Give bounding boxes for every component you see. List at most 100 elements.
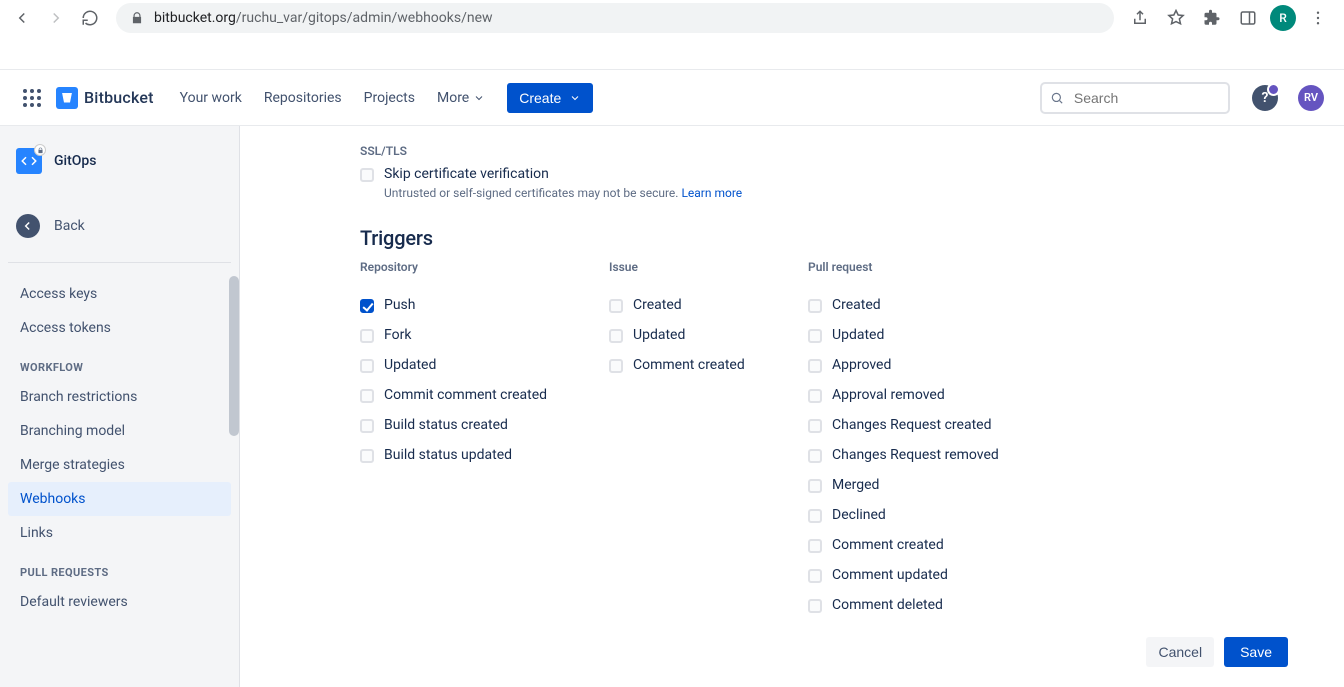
checkbox[interactable] — [360, 389, 374, 403]
sidebar-item-access-keys[interactable]: Access keys — [8, 277, 231, 311]
trigger-pull_request-updated[interactable]: Updated — [808, 327, 1033, 343]
sidebar-item-default-reviewers[interactable]: Default reviewers — [8, 585, 231, 619]
private-lock-icon — [34, 144, 46, 156]
nav-forward-button[interactable] — [42, 4, 70, 32]
extensions-icon[interactable] — [1198, 4, 1226, 32]
trigger-pull_request-created[interactable]: Created — [808, 297, 1033, 313]
trigger-label: Fork — [384, 327, 411, 343]
checkbox[interactable] — [360, 419, 374, 433]
checkbox[interactable] — [360, 299, 374, 313]
nav-projects[interactable]: Projects — [364, 90, 415, 106]
nav-more[interactable]: More — [437, 90, 485, 106]
checkbox[interactable] — [808, 299, 822, 313]
checkbox[interactable] — [808, 599, 822, 613]
checkbox[interactable] — [808, 479, 822, 493]
trigger-label: Updated — [832, 327, 884, 343]
sidebar-item-webhooks[interactable]: Webhooks — [8, 482, 231, 516]
checkbox[interactable] — [808, 359, 822, 373]
checkbox[interactable] — [808, 509, 822, 523]
trigger-repository-commit-comment-created[interactable]: Commit comment created — [360, 387, 585, 403]
save-button[interactable]: Save — [1224, 637, 1288, 667]
trigger-pull_request-merged[interactable]: Merged — [808, 477, 1033, 493]
primary-nav-links: Your work Repositories Projects More — [180, 90, 486, 106]
share-icon[interactable] — [1126, 4, 1154, 32]
cancel-button[interactable]: Cancel — [1146, 637, 1214, 667]
skip-cert-row[interactable]: Skip certificate verification Untrusted … — [360, 166, 1288, 200]
trigger-column-issue: Issue Created Updated Comment created — [609, 260, 784, 613]
checkbox[interactable] — [360, 359, 374, 373]
create-button[interactable]: Create — [507, 83, 593, 113]
checkbox[interactable] — [808, 419, 822, 433]
checkbox[interactable] — [808, 329, 822, 343]
trigger-repository-updated[interactable]: Updated — [360, 357, 585, 373]
browser-profile-avatar[interactable]: R — [1270, 5, 1296, 31]
trigger-label: Commit comment created — [384, 387, 547, 403]
checkbox[interactable] — [609, 299, 623, 313]
trigger-pull_request-approved[interactable]: Approved — [808, 357, 1033, 373]
help-button[interactable]: ? — [1252, 85, 1278, 111]
checkbox[interactable] — [808, 389, 822, 403]
trigger-label: Merged — [832, 477, 879, 493]
checkbox[interactable] — [808, 539, 822, 553]
trigger-pull_request-declined[interactable]: Declined — [808, 507, 1033, 523]
browser-menu-icon[interactable] — [1304, 4, 1332, 32]
sidebar-item-links[interactable]: Links — [8, 516, 231, 550]
skip-cert-checkbox[interactable] — [360, 168, 374, 182]
trigger-label: Build status created — [384, 417, 508, 433]
bookmark-star-icon[interactable] — [1162, 4, 1190, 32]
sidebar-back[interactable]: Back — [8, 204, 231, 248]
repo-sidebar: GitOps Back Access keys Access tokens WO… — [0, 126, 240, 687]
trigger-issue-comment-created[interactable]: Comment created — [609, 357, 784, 373]
trigger-repository-fork[interactable]: Fork — [360, 327, 585, 343]
sidebar-heading-pull-requests: PULL REQUESTS — [8, 550, 231, 585]
trigger-pull_request-comment-deleted[interactable]: Comment deleted — [808, 597, 1033, 613]
column-head-issue: Issue — [609, 260, 784, 274]
sidebar-item-branch-restrictions[interactable]: Branch restrictions — [8, 380, 231, 414]
trigger-repository-build-status-created[interactable]: Build status created — [360, 417, 585, 433]
checkbox[interactable] — [808, 569, 822, 583]
learn-more-link[interactable]: Learn more — [681, 186, 742, 200]
trigger-label: Declined — [832, 507, 886, 523]
nav-repositories[interactable]: Repositories — [264, 90, 342, 106]
trigger-issue-updated[interactable]: Updated — [609, 327, 784, 343]
trigger-pull_request-changes-request-created[interactable]: Changes Request created — [808, 417, 1033, 433]
checkbox[interactable] — [360, 329, 374, 343]
trigger-repository-push[interactable]: Push — [360, 297, 585, 313]
trigger-label: Comment created — [633, 357, 745, 373]
trigger-label: Push — [384, 297, 416, 313]
checkbox[interactable] — [360, 449, 374, 463]
nav-back-button[interactable] — [8, 4, 36, 32]
side-panel-icon[interactable] — [1234, 4, 1262, 32]
repo-header[interactable]: GitOps — [8, 144, 231, 190]
trigger-column-repository: Repository PushForkUpdatedCommit comment… — [360, 260, 585, 613]
checkbox[interactable] — [609, 329, 623, 343]
profile-avatar[interactable]: RV — [1298, 85, 1324, 111]
checkbox[interactable] — [609, 359, 623, 373]
trigger-issue-created[interactable]: Created — [609, 297, 784, 313]
sidebar-scrollbar-thumb[interactable] — [229, 276, 239, 436]
sidebar-item-access-tokens[interactable]: Access tokens — [8, 311, 231, 345]
skip-cert-label: Skip certificate verification — [384, 166, 742, 182]
browser-toolbar: bitbucket.org/ruchu_var/gitops/admin/web… — [0, 0, 1344, 36]
trigger-pull_request-comment-created[interactable]: Comment created — [808, 537, 1033, 553]
nav-your-work[interactable]: Your work — [180, 90, 242, 106]
back-label: Back — [54, 218, 85, 234]
trigger-pull_request-comment-updated[interactable]: Comment updated — [808, 567, 1033, 583]
address-bar[interactable]: bitbucket.org/ruchu_var/gitops/admin/web… — [116, 3, 1114, 33]
trigger-pull_request-approval-removed[interactable]: Approval removed — [808, 387, 1033, 403]
chevron-down-icon — [473, 92, 485, 104]
global-nav: Bitbucket Your work Repositories Project… — [0, 70, 1344, 126]
app-switcher-icon[interactable] — [20, 86, 44, 110]
sidebar-item-merge-strategies[interactable]: Merge strategies — [8, 448, 231, 482]
trigger-label: Comment created — [832, 537, 944, 553]
chevron-down-icon — [569, 92, 581, 104]
product-logo[interactable]: Bitbucket — [56, 87, 154, 109]
search-input[interactable] — [1072, 89, 1220, 107]
checkbox[interactable] — [808, 449, 822, 463]
global-search[interactable] — [1040, 82, 1230, 114]
sidebar-item-branching-model[interactable]: Branching model — [8, 414, 231, 448]
trigger-repository-build-status-updated[interactable]: Build status updated — [360, 447, 585, 463]
triggers-heading: Triggers — [360, 226, 1288, 250]
trigger-pull_request-changes-request-removed[interactable]: Changes Request removed — [808, 447, 1033, 463]
reload-button[interactable] — [76, 4, 104, 32]
